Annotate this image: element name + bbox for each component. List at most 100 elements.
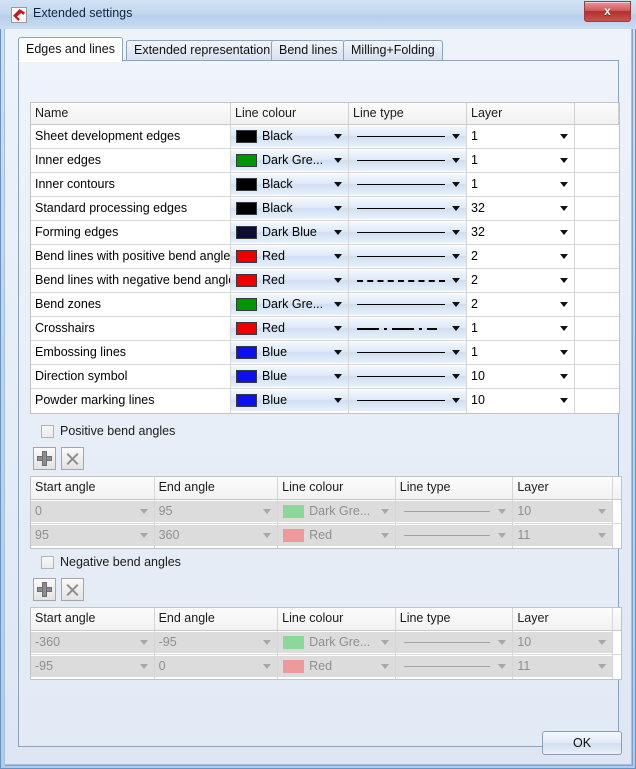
layer-dropdown[interactable]: 32 bbox=[467, 198, 574, 219]
table-row: Embossing lines Blue 1 bbox=[31, 341, 619, 365]
column-header-line-type: Line type bbox=[396, 608, 514, 630]
line-colour-dropdown[interactable]: Red bbox=[231, 246, 348, 267]
line-type-dropdown[interactable] bbox=[349, 342, 466, 363]
line-colour-dropdown[interactable]: Red bbox=[231, 270, 348, 291]
end-angle-cell: 0 bbox=[154, 655, 279, 679]
chevron-down-icon bbox=[139, 664, 148, 669]
layer-cell: 1 bbox=[467, 149, 575, 172]
line-colour-dropdown[interactable]: Red bbox=[231, 318, 348, 339]
colour-label: Red bbox=[262, 273, 285, 287]
line-colour-cell: Dark Gre... bbox=[231, 293, 349, 316]
row-name: Powder marking lines bbox=[31, 389, 231, 413]
line-type-dropdown[interactable] bbox=[349, 270, 466, 291]
line-type-cell bbox=[349, 293, 467, 316]
line-type-dropdown[interactable] bbox=[349, 174, 466, 195]
layer-dropdown[interactable]: 1 bbox=[467, 126, 574, 147]
line-type-cell bbox=[349, 221, 467, 244]
line-colour-dropdown[interactable]: Black bbox=[231, 198, 348, 219]
layer-dropdown[interactable]: 10 bbox=[467, 366, 574, 387]
positive-add-button[interactable] bbox=[33, 447, 56, 470]
line-type-dropdown[interactable] bbox=[349, 126, 466, 147]
line-type-dropdown[interactable] bbox=[349, 150, 466, 171]
row-spacer bbox=[613, 631, 621, 654]
end-angle-cell: -95 bbox=[154, 631, 279, 654]
start-angle-value: -360 bbox=[35, 635, 61, 649]
line-type-dropdown[interactable] bbox=[349, 318, 466, 339]
line-type-dropdown bbox=[395, 656, 513, 677]
line-type-dropdown[interactable] bbox=[349, 390, 466, 411]
colour-swatch bbox=[283, 529, 305, 542]
line-type-cell bbox=[349, 245, 467, 268]
positive-bend-angles-checkbox[interactable] bbox=[41, 425, 54, 438]
layer-dropdown[interactable]: 1 bbox=[467, 342, 574, 363]
line-type-dropdown[interactable] bbox=[349, 366, 466, 387]
layer-dropdown[interactable]: 2 bbox=[467, 270, 574, 291]
chevron-down-icon bbox=[380, 640, 389, 645]
chevron-down-icon bbox=[263, 640, 272, 645]
layer-dropdown[interactable]: 1 bbox=[467, 174, 574, 195]
line-type-dropdown[interactable] bbox=[349, 222, 466, 243]
chevron-down-icon bbox=[380, 533, 389, 538]
layer-dropdown[interactable]: 2 bbox=[467, 294, 574, 315]
colour-label: Blue bbox=[262, 369, 288, 383]
layer-dropdown[interactable]: 1 bbox=[467, 150, 574, 171]
line-type-cell bbox=[349, 269, 467, 292]
negative-bend-angles-checkbox[interactable] bbox=[41, 556, 54, 569]
layer-dropdown[interactable]: 1 bbox=[467, 318, 574, 339]
colour-swatch bbox=[236, 298, 257, 311]
layer-dropdown[interactable]: 32 bbox=[467, 222, 574, 243]
line-preview-solid bbox=[357, 160, 445, 161]
start-angle-value: -95 bbox=[35, 659, 54, 673]
colour-label: Dark Gre... bbox=[262, 297, 324, 311]
row-name: Bend lines with negative bend angle bbox=[31, 269, 231, 292]
line-type-dropdown[interactable] bbox=[349, 246, 466, 267]
app-icon bbox=[11, 7, 27, 23]
chevron-down-icon bbox=[334, 374, 342, 379]
negative-bend-angles-label: Negative bend angles bbox=[60, 555, 181, 569]
start-angle-cell: -360 bbox=[31, 631, 155, 654]
row-spacer bbox=[575, 125, 619, 148]
positive-delete-button[interactable] bbox=[61, 447, 84, 470]
tab-extended-representation[interactable]: Extended representation bbox=[126, 40, 279, 61]
tab-milling-folding[interactable]: Milling+Folding bbox=[343, 40, 443, 61]
line-colour-dropdown[interactable]: Black bbox=[231, 126, 348, 147]
row-spacer bbox=[575, 173, 619, 196]
line-type-dropdown[interactable] bbox=[349, 294, 466, 315]
layer-dropdown[interactable]: 10 bbox=[467, 390, 574, 411]
layer-dropdown[interactable]: 2 bbox=[467, 246, 574, 267]
column-header-line-colour: Line colour bbox=[231, 103, 349, 124]
negative-add-button[interactable] bbox=[33, 578, 56, 601]
tab-edges-and-lines[interactable]: Edges and lines bbox=[18, 37, 123, 62]
chevron-down-icon bbox=[334, 398, 342, 403]
line-colour-dropdown[interactable]: Blue bbox=[231, 390, 348, 411]
line-colour-cell: Blue bbox=[231, 389, 349, 413]
layer-value: 10 bbox=[517, 504, 532, 518]
line-colour-dropdown[interactable]: Blue bbox=[231, 366, 348, 387]
chevron-down-icon bbox=[452, 398, 460, 403]
line-colour-dropdown[interactable]: Dark Gre... bbox=[231, 150, 348, 171]
tab-bend-lines[interactable]: Bend lines bbox=[271, 40, 346, 61]
line-preview-solid bbox=[403, 511, 490, 512]
colour-swatch bbox=[236, 202, 257, 215]
chevron-down-icon bbox=[452, 254, 460, 259]
table-row: Standard processing edges Black 32 bbox=[31, 197, 619, 221]
line-colour-dropdown[interactable]: Dark Blue bbox=[231, 222, 348, 243]
chevron-down-icon bbox=[263, 664, 272, 669]
chevron-down-icon bbox=[498, 509, 507, 514]
start-angle-cell: 95 bbox=[31, 524, 155, 548]
line-colour-dropdown[interactable]: Black bbox=[231, 174, 348, 195]
colour-label: Black bbox=[262, 201, 293, 215]
line-type-cell bbox=[349, 149, 467, 172]
line-type-dropdown[interactable] bbox=[349, 198, 466, 219]
colour-label: Black bbox=[262, 129, 293, 143]
tab-strip: Edges and lines Extended representation … bbox=[18, 37, 618, 62]
close-button[interactable]: x bbox=[584, 1, 631, 22]
end-angle-dropdown: 0 bbox=[154, 656, 278, 677]
chevron-down-icon bbox=[139, 640, 148, 645]
negative-delete-button[interactable] bbox=[61, 578, 84, 601]
line-colour-dropdown[interactable]: Dark Gre... bbox=[231, 294, 348, 315]
line-colour-dropdown[interactable]: Blue bbox=[231, 342, 348, 363]
chevron-down-icon bbox=[452, 278, 460, 283]
ok-button[interactable]: OK bbox=[542, 731, 622, 755]
end-angle-value: 95 bbox=[158, 504, 173, 518]
